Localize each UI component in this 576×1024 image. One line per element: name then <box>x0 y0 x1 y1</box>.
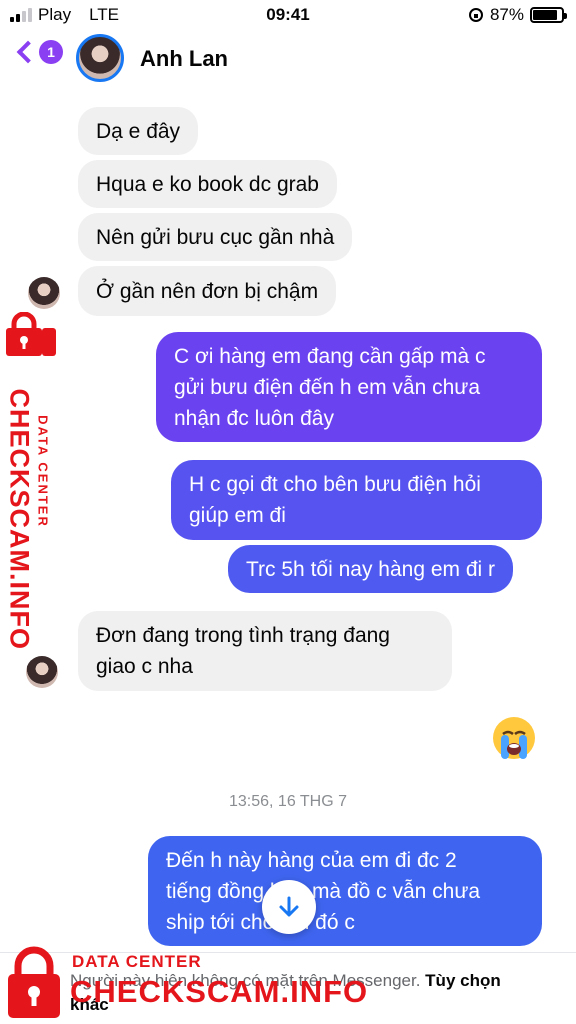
message-text: Nên gửi bưu cục gần nhà <box>96 225 335 249</box>
message-text: H c gọi đt cho bên bưu điện hỏi giúp em … <box>189 469 481 531</box>
message-text: Ở gần nên đơn bị chậm <box>96 279 319 303</box>
status-bar: Play LTE 09:41 87% <box>0 0 576 30</box>
message-text: Trc 5h tối nay hàng em đi r <box>246 557 496 581</box>
message-bubble[interactable]: H c gọi đt cho bên bưu điện hỏi giúp em … <box>171 460 542 540</box>
scroll-down-button[interactable] <box>262 880 316 934</box>
watermark-small-text: DATA CENTER <box>72 952 202 971</box>
padlock-icon <box>6 312 56 356</box>
message-bubble[interactable]: Đến h này hàng của em đi đc 2 tiếng đồng… <box>148 836 542 946</box>
crying-face-emoji-icon[interactable] <box>490 715 538 761</box>
battery-percent: 87% <box>489 5 524 24</box>
battery-icon <box>530 7 567 23</box>
padlock-icon <box>8 946 60 1018</box>
message-bubble[interactable]: Hqua e ko book dc grab <box>78 160 337 208</box>
rotation-lock-icon <box>468 8 483 22</box>
back-button[interactable]: 1 <box>14 40 63 64</box>
sender-avatar[interactable] <box>28 277 60 309</box>
message-line: ship tới cho em đó c <box>166 910 355 934</box>
unread-badge: 1 <box>39 40 63 64</box>
message-text: Đến h này hàng của em đi đc 2 tiếng đồng… <box>166 845 480 938</box>
message-line: Đến h này hàng của em đi đc 2 <box>166 848 457 872</box>
message-text: Đơn đang trong tình trạng đang giao c nh… <box>96 620 390 682</box>
chevron-left-icon <box>16 40 40 64</box>
watermark-big-text: CHECKSCAM.INFO <box>70 974 369 1009</box>
watermark-big-text: CHECKSCAM.INFO <box>4 388 35 651</box>
message-text: C ơi hàng em đang cần gấp mà c gửi bưu đ… <box>174 341 485 434</box>
watermark-side: CHECKSCAM.INFO DATA CENTER <box>0 312 64 650</box>
message-line: tiếng đồng hồ r mà đồ c vẫn chưa <box>166 879 481 903</box>
message-line: giao c nha <box>96 655 193 678</box>
message-line: nhận đc luôn đây <box>174 406 334 430</box>
message-line: giúp em đi <box>189 504 286 527</box>
status-right: 87% <box>468 5 567 25</box>
message-line: H c gọi đt cho bên bưu điện hỏi <box>189 473 481 496</box>
chat-header: 1 Anh Lan <box>0 30 576 92</box>
contact-avatar[interactable] <box>76 34 124 82</box>
watermark-small-text: DATA CENTER <box>35 415 51 528</box>
message-bubble[interactable]: Trc 5h tối nay hàng em đi r <box>228 545 514 593</box>
battery-fill <box>533 10 558 20</box>
message-bubble[interactable]: C ơi hàng em đang cần gấp mà c gửi bưu đ… <box>156 332 542 442</box>
message-bubble[interactable]: Dạ e đây <box>78 107 199 155</box>
message-bubble[interactable]: Nên gửi bưu cục gần nhà <box>78 213 353 261</box>
watermark-bottom: DATA CENTER CHECKSCAM.INFO <box>0 944 367 1024</box>
arrow-down-icon <box>279 896 299 917</box>
message-bubble[interactable]: Ở gần nên đơn bị chậm <box>78 266 337 316</box>
message-line: Đơn đang trong tình trạng đang <box>96 624 390 647</box>
message-line: C ơi hàng em đang cần gấp mà c <box>174 344 486 368</box>
message-timestamp: 13:56, 16 THG 7 <box>229 793 347 810</box>
message-text: Hqua e ko book dc grab <box>96 172 319 196</box>
sender-avatar[interactable] <box>26 656 58 688</box>
message-text: Dạ e đây <box>96 119 181 143</box>
message-bubble[interactable]: Đơn đang trong tình trạng đang giao c nh… <box>78 611 452 691</box>
contact-name[interactable]: Anh Lan <box>140 46 228 72</box>
message-line: gửi bưu điện đến h em vẫn chưa <box>174 375 481 399</box>
